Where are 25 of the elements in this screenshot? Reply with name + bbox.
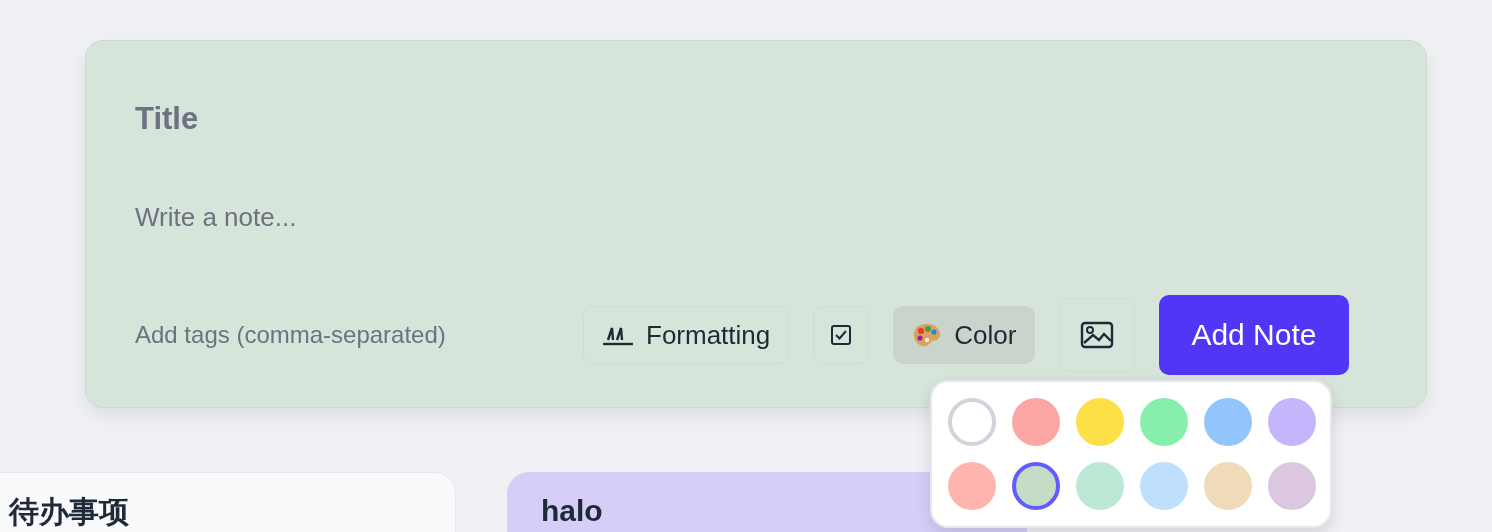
note-title: halo: [541, 494, 604, 528]
color-swatch[interactable]: [1204, 462, 1252, 510]
note-card[interactable]: 待办事项: [0, 472, 456, 532]
color-swatch[interactable]: [1140, 462, 1188, 510]
formatting-button[interactable]: Formatting: [583, 306, 790, 364]
note-title: 待办事项: [9, 495, 130, 529]
color-swatch[interactable]: [1076, 398, 1124, 446]
color-swatch[interactable]: [1268, 462, 1316, 510]
checkbox-icon: [830, 324, 853, 346]
image-icon: [1080, 321, 1115, 349]
title-field[interactable]: Title: [135, 97, 735, 141]
color-swatch[interactable]: [1076, 462, 1124, 510]
image-button[interactable]: [1059, 298, 1136, 372]
add-note-button[interactable]: Add Note: [1159, 295, 1349, 375]
color-button[interactable]: Color: [893, 306, 1036, 364]
color-swatch[interactable]: [948, 462, 996, 510]
color-swatch[interactable]: [1268, 398, 1316, 446]
tags-field[interactable]: Add tags (comma-separated): [135, 317, 555, 353]
color-swatch[interactable]: [1204, 398, 1252, 446]
note-field[interactable]: Write a note...: [135, 197, 735, 237]
color-swatch[interactable]: [1012, 398, 1060, 446]
color-swatch[interactable]: [1012, 462, 1060, 510]
checklist-button[interactable]: [813, 306, 870, 364]
color-swatch[interactable]: [1140, 398, 1188, 446]
palette-icon: [912, 322, 943, 348]
